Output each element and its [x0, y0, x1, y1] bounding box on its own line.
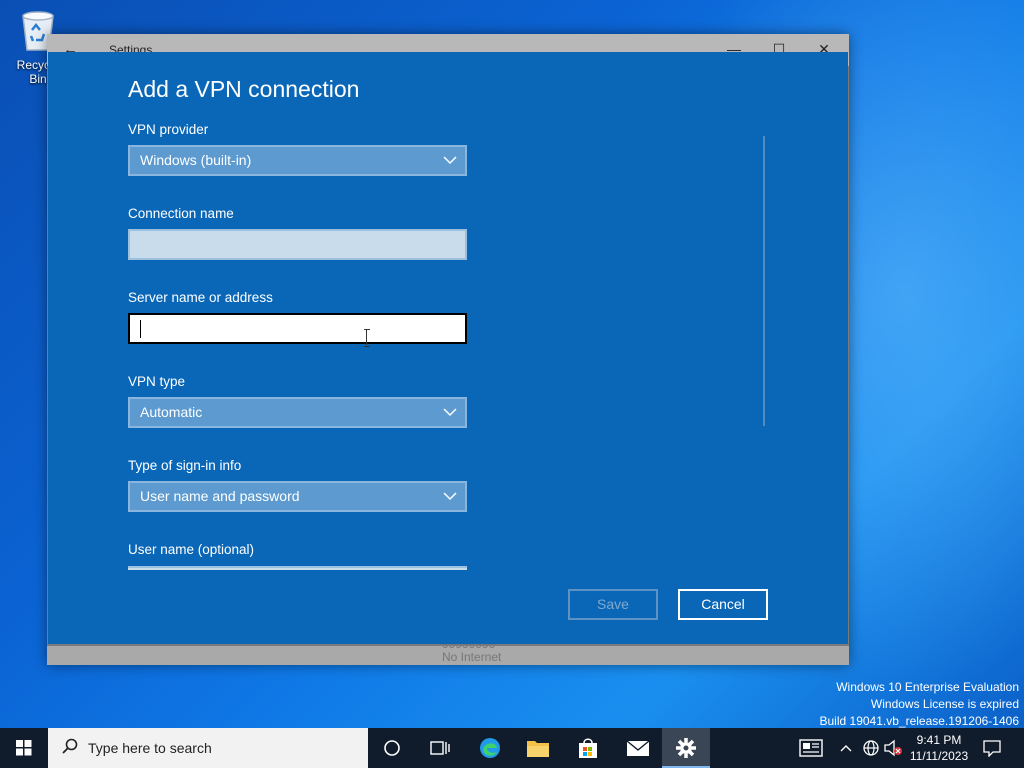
vpn-type-dropdown[interactable]: Automatic	[128, 397, 467, 428]
clock-date: 11/11/2023	[909, 749, 969, 763]
dialog-title: Add a VPN connection	[128, 76, 360, 102]
vpn-provider-label: VPN provider	[128, 122, 209, 137]
vpn-provider-dropdown[interactable]: Windows (built-in)	[128, 145, 467, 176]
chevron-down-icon	[443, 147, 457, 184]
system-clock[interactable]: 9:41 PM 11/11/2023	[900, 732, 978, 764]
clock-time: 9:41 PM	[916, 733, 962, 747]
chevron-down-icon	[443, 483, 457, 520]
windows-logo-icon	[16, 740, 32, 756]
username-label: User name (optional)	[128, 542, 255, 557]
vpn-type-value: Automatic	[140, 404, 203, 420]
text-caret	[140, 320, 141, 338]
edge-icon	[480, 738, 500, 758]
chevron-down-icon	[443, 399, 457, 436]
task-view-button[interactable]	[416, 728, 464, 768]
connection-name-input[interactable]	[128, 229, 467, 260]
username-input[interactable]	[128, 566, 467, 570]
signin-type-dropdown[interactable]: User name and password	[128, 481, 467, 512]
taskbar: Type here to search 9:41 PM 11/11/2023	[0, 728, 1024, 768]
gear-icon	[676, 738, 696, 758]
mail-button[interactable]	[614, 728, 662, 768]
cancel-button[interactable]: Cancel	[678, 589, 768, 620]
vpn-dialog: Add a VPN connection VPN provider Window…	[48, 52, 848, 644]
scrollbar[interactable]	[763, 136, 765, 426]
cortana-button[interactable]	[368, 728, 416, 768]
notifications-button[interactable]	[978, 728, 1006, 768]
vpn-type-label: VPN type	[128, 374, 186, 389]
search-placeholder: Type here to search	[88, 740, 212, 756]
search-icon	[62, 738, 78, 761]
ibeam-cursor-icon	[364, 329, 370, 347]
edge-browser-button[interactable]	[466, 728, 514, 768]
vpn-provider-value: Windows (built-in)	[140, 152, 252, 168]
signin-type-value: User name and password	[140, 488, 300, 504]
server-name-input[interactable]	[128, 313, 467, 347]
folder-icon	[527, 741, 549, 757]
network-status-text: No Internet	[442, 650, 502, 664]
chevron-up-icon[interactable]	[836, 728, 856, 768]
watermark-line-edition: Windows 10 Enterprise Evaluation	[836, 680, 1019, 694]
network-globe-icon[interactable]	[860, 728, 882, 768]
server-name-label: Server name or address	[128, 290, 273, 305]
save-button[interactable]: Save	[568, 589, 658, 620]
notification-icon	[983, 740, 1001, 757]
cortana-circle-icon	[384, 740, 400, 756]
news-icon	[799, 739, 823, 757]
news-button[interactable]	[794, 728, 828, 768]
watermark-line-license: Windows License is expired	[870, 697, 1019, 711]
taskbar-search-box[interactable]: Type here to search	[48, 728, 368, 768]
license-watermark: Windows 10 Enterprise Evaluation Windows…	[820, 679, 1020, 730]
microsoft-store-button[interactable]	[564, 728, 612, 768]
signin-type-label: Type of sign-in info	[128, 458, 242, 473]
store-bag-icon	[579, 738, 597, 758]
task-view-icon	[430, 741, 450, 755]
file-explorer-button[interactable]	[514, 728, 562, 768]
settings-taskbar-button[interactable]	[662, 728, 710, 768]
connection-name-label: Connection name	[128, 206, 234, 221]
mail-icon	[626, 740, 650, 756]
start-button[interactable]	[0, 728, 48, 768]
